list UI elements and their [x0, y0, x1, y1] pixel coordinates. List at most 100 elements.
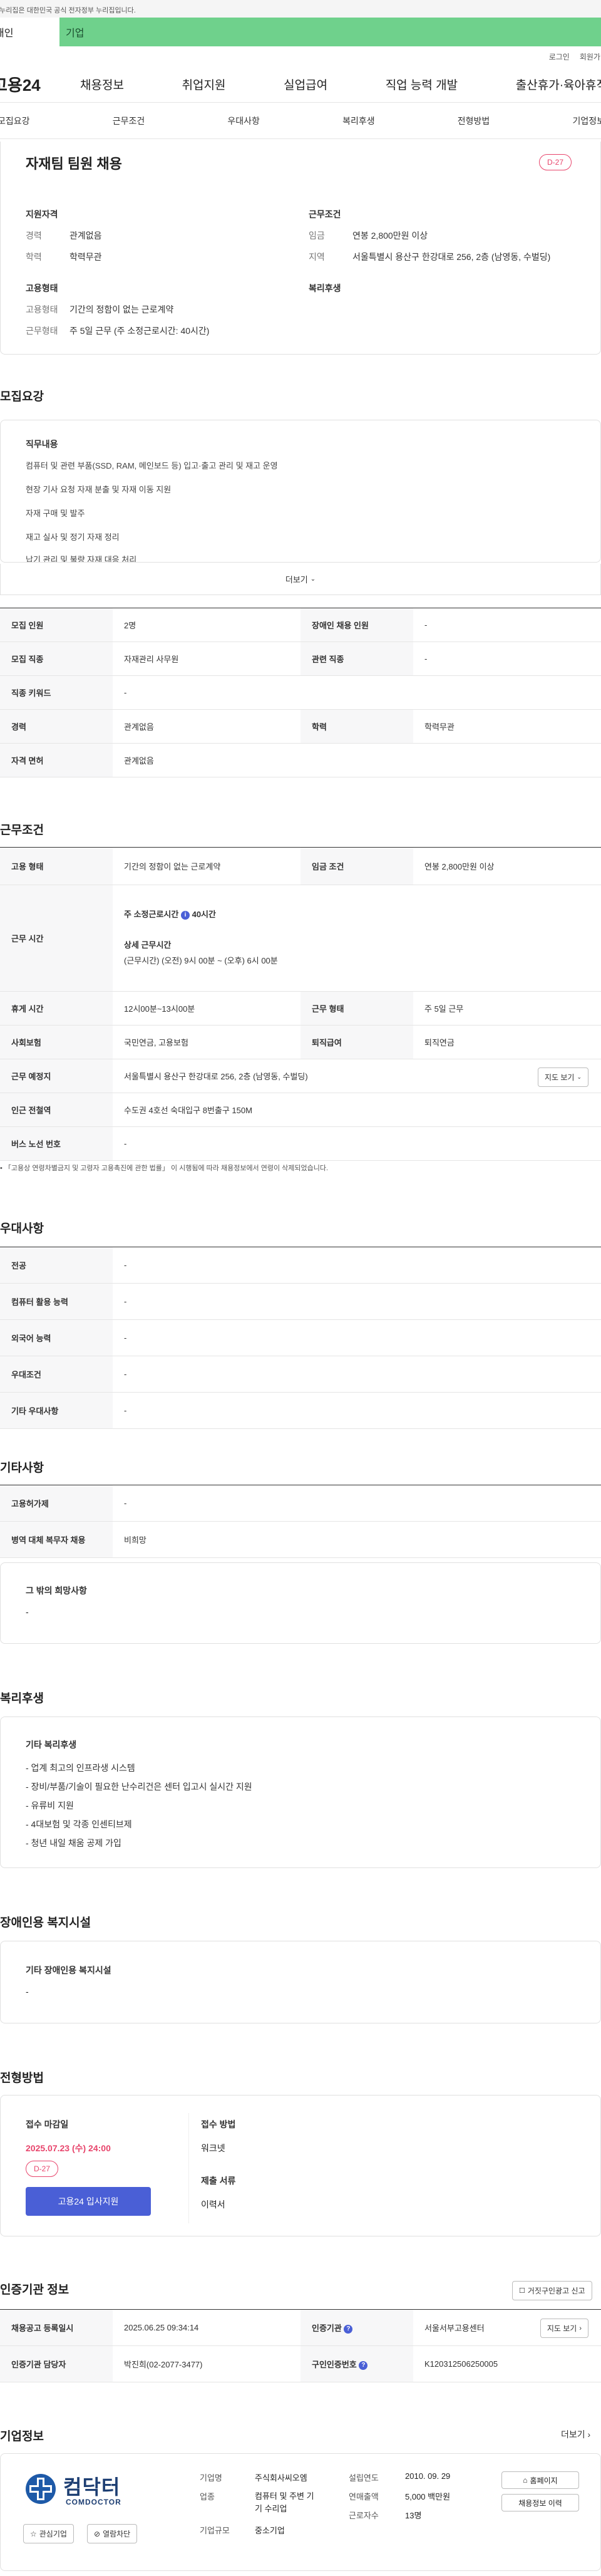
info-icon[interactable]: ? — [359, 2360, 368, 2370]
duty-line: 현장 기사 요청 자재 분출 및 자재 이동 지원 — [26, 485, 172, 494]
tab-company[interactable]: 기업 — [59, 18, 601, 46]
gnb-item-parental-leave[interactable]: 출산휴가·육아휴직 — [516, 76, 601, 93]
work-place-value: 서울특별시 용산구 한강대로 256, 2층 (남영동, 수벌딩) — [124, 1072, 308, 1081]
subnav-process[interactable]: 전형방법 — [458, 115, 490, 127]
job-history-label: 채용정보 이력 — [518, 2498, 562, 2508]
table-cell: 연봉 2,800만원 이상 — [413, 847, 601, 885]
favorite-company-button[interactable]: ☆ 관심기업 — [23, 2524, 74, 2543]
condition-heading: 근무조건 — [309, 209, 341, 219]
site-logo-text: 고용24 — [0, 76, 41, 95]
duty-card: 직무내용 컴퓨터 및 관련 부품(SSD, RAM, 메인보드 등) 입고·출고… — [0, 420, 601, 563]
gnb-item-jobs[interactable]: 채용정보 — [80, 76, 124, 93]
more-button[interactable]: 더보기 ⌄ — [0, 564, 601, 595]
homepage-button[interactable]: ⌂ 홈페이지 — [501, 2471, 579, 2489]
info-icon[interactable]: ? — [344, 2324, 353, 2334]
hope-card: 그 밖의 희망사항 - — [0, 1562, 601, 1644]
company-logo-mark — [26, 2474, 56, 2504]
table-header-cell: 학력 — [300, 709, 413, 744]
qualification-heading: 지원자격 — [26, 209, 58, 219]
top-tabs: 개인 기업 — [0, 18, 601, 46]
cert-section-title: 인증기관 정보 — [0, 2283, 69, 2297]
welfare-list: - 업계 최고의 인프라생 시스템 - 장비/부품/기술이 필요한 난수리건은 … — [26, 1758, 252, 1852]
subnav-welfare[interactable]: 복리후생 — [342, 115, 375, 127]
process-divider — [188, 2113, 189, 2223]
table-row: 직종 키워드 - — [0, 675, 601, 710]
apply-button[interactable]: 고용24 입사지원 — [26, 2187, 151, 2216]
recruit-table: 모집 인원 2명 장애인 채용 인원 - 모집 직종 자재관리 사무원 관련 직… — [0, 608, 601, 777]
table-cell: - — [113, 1392, 601, 1429]
table-cell: 자재관리 사무원 — [113, 641, 300, 676]
process-card: 접수 마감일 2025.07.23 (수) 24:00 D-27 고용24 입사… — [0, 2095, 601, 2236]
table-header-cell: 근무 시간 — [0, 885, 113, 992]
table-row: 우대조건 - — [0, 1356, 601, 1393]
table-header-cell: 기타 우대사항 — [0, 1392, 113, 1429]
table-header-cell: 고용 형태 — [0, 847, 113, 885]
job-history-button[interactable]: 채용정보 이력 — [501, 2494, 579, 2511]
table-row: 모집 직종 자재관리 사무원 관련 직종 - — [0, 641, 601, 676]
map-button[interactable]: 지도 보기 ⌄ — [537, 1067, 588, 1087]
table-cell: - — [113, 675, 601, 710]
chevron-down-icon: ⌄ — [577, 1074, 582, 1080]
table-header-cell: 근무 형태 — [300, 991, 413, 1026]
table-cell: - — [113, 1247, 601, 1284]
table-row: 인근 전철역 수도권 4호선 숙대입구 8번출구 150M — [0, 1093, 601, 1127]
login-link[interactable]: 로그인 — [549, 51, 570, 62]
homepage-label: 홈페이지 — [530, 2476, 558, 2485]
condition-list: 임금 연봉 2,800만원 이상 지역 서울특별시 용산구 한강대로 256, … — [309, 229, 584, 263]
detail-hours-value: (근무시간) (오전) 9시 00분 ~ (오후) 6시 00분 — [124, 955, 278, 965]
method-heading: 접수 방법 — [201, 2119, 236, 2129]
cert-agency-value: 서울서부고용센터 — [424, 2324, 485, 2333]
info-icon[interactable]: i — [180, 911, 190, 920]
gnb-item-unemployment-benefit[interactable]: 실업급여 — [284, 76, 327, 93]
bullet-dot: • — [0, 1165, 4, 1172]
table-header-cell: 컴퓨터 활용 능력 — [0, 1283, 113, 1320]
list-item: - 유류비 지원 — [26, 1800, 74, 1810]
company-size-label: 기업규모 — [200, 2526, 230, 2535]
gnb-item-skills-development[interactable]: 직업 능력 개발 — [386, 76, 458, 93]
process-section-title: 전형방법 — [0, 2072, 44, 2085]
more-button-label: 더보기 — [285, 575, 308, 584]
employment-heading: 고용형태 — [26, 283, 58, 293]
employment-type-label: 고용형태 — [26, 304, 58, 314]
tab-company-label: 기업 — [66, 28, 85, 39]
table-row: 외국어 능력 - — [0, 1319, 601, 1356]
subnav-prefer[interactable]: 우대사항 — [227, 115, 260, 127]
duty-heading: 직무내용 — [26, 439, 58, 449]
subnav-company[interactable]: 기업정보 — [572, 115, 601, 127]
weekly-hours-value: 40시간 — [192, 910, 216, 920]
age-notice-text: 「고용상 연령차별금지 및 고령자 고용촉진에 관한 법률」 이 시행됨에 따라… — [4, 1165, 329, 1172]
chevron-right-icon: › — [587, 2429, 591, 2439]
report-icon: ☐ — [519, 2287, 525, 2295]
table-row: 채용공고 등록일시 2025.06.25 09:34:14 인증기관 ? 서울서… — [0, 2309, 601, 2346]
report-fake-ad-label: 거짓구인광고 신고 — [527, 2287, 585, 2295]
report-fake-ad-button[interactable]: ☐ 거짓구인광고 신고 — [512, 2281, 592, 2300]
table-row: 병역 대체 복무자 채용 비희망 — [0, 1521, 601, 1558]
wage-value: 연봉 2,800만원 이상 — [352, 231, 428, 241]
cert-map-button[interactable]: 지도 보기 › — [540, 2319, 588, 2338]
signup-link[interactable]: 회원가입 — [580, 51, 601, 62]
table-cell: 12시00분~13시00분 — [113, 991, 300, 1026]
table-cell: 수도권 4호선 숙대입구 8번출구 150M — [113, 1093, 601, 1127]
block-view-button[interactable]: ⊘ 열람차단 — [87, 2524, 138, 2543]
table-header-cell: 퇴직급여 — [300, 1025, 413, 1059]
subnav-work[interactable]: 근무조건 — [113, 115, 145, 127]
career-value: 관계없음 — [69, 231, 102, 241]
cert-table: 채용공고 등록일시 2025.06.25 09:34:14 인증기관 ? 서울서… — [0, 2309, 601, 2382]
tab-personal[interactable]: 개인 — [0, 18, 59, 46]
subnav-recruit[interactable]: 모집요강 — [0, 115, 30, 127]
table-row: 모집 인원 2명 장애인 채용 인원 - — [0, 608, 601, 642]
apply-button-label: 고용24 입사지원 — [58, 2196, 119, 2206]
revenue-value: 5,000 백만원 — [405, 2492, 451, 2501]
site-logo[interactable]: 고용24 — [0, 73, 80, 96]
table-cell: 기간의 정함이 없는 근로계약 — [113, 847, 300, 885]
education-label: 학력 — [26, 252, 42, 262]
table-header-cell: 인증기관 ? — [300, 2309, 413, 2346]
table-cell: 국민연금, 고용보험 — [113, 1025, 300, 1059]
dday-badge: D-27 — [26, 2161, 59, 2177]
gnb-item-employment-support[interactable]: 취업지원 — [182, 76, 226, 93]
docs-value: 이력서 — [201, 2199, 225, 2210]
cert-map-button-label: 지도 보기 — [547, 2324, 577, 2333]
welfare-heading: 복리후생 — [309, 283, 341, 293]
company-more-link[interactable]: 더보기 › — [561, 2428, 590, 2441]
section-subnav: 모집요강 근무조건 우대사항 복리후생 전형방법 기업정보 — [0, 103, 601, 139]
